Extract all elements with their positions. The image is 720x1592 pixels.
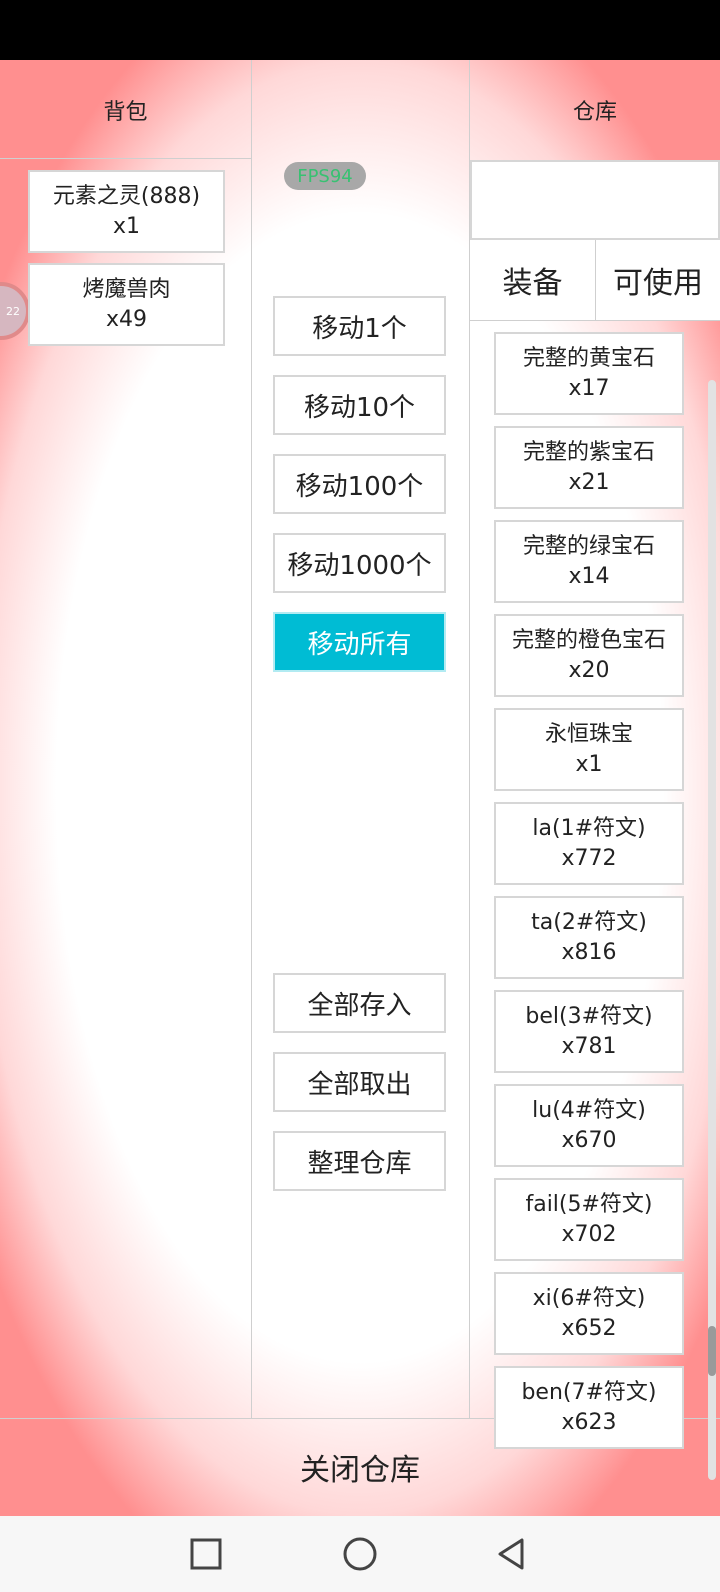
warehouse-item-list[interactable]: 完整的黄宝石 x17 完整的紫宝石 x21 完整的绿宝石 x14 完整的橙色宝石… bbox=[470, 320, 706, 1476]
item-count: x772 bbox=[561, 845, 617, 871]
floating-avatar[interactable]: 22 bbox=[0, 282, 30, 340]
back-triangle-icon[interactable] bbox=[494, 1536, 530, 1572]
item-name: ta(2#符文) bbox=[531, 909, 647, 935]
warehouse-scrollbar[interactable] bbox=[708, 380, 716, 1480]
move-100-button[interactable]: 移动100个 bbox=[273, 454, 446, 514]
item-name: lu(4#符文) bbox=[532, 1097, 646, 1123]
recents-square-icon[interactable] bbox=[188, 1536, 224, 1572]
warehouse-item[interactable]: fail(5#符文) x702 bbox=[494, 1178, 684, 1261]
move-1-button[interactable]: 移动1个 bbox=[273, 296, 446, 356]
warehouse-screen: 背包 仓库 FPS94 22 元素之灵(888) x1 烤魔兽肉 x49 移动1… bbox=[0, 60, 720, 1516]
warehouse-item[interactable]: lu(4#符文) x670 bbox=[494, 1084, 684, 1167]
backpack-item[interactable]: 元素之灵(888) x1 bbox=[28, 170, 225, 253]
withdraw-all-button[interactable]: 全部取出 bbox=[273, 1052, 446, 1112]
item-name: 烤魔兽肉 bbox=[82, 276, 171, 302]
warehouse-item[interactable]: 完整的橙色宝石 x20 bbox=[494, 614, 684, 697]
item-count: x781 bbox=[561, 1033, 617, 1059]
item-name: 完整的黄宝石 bbox=[522, 345, 655, 371]
status-bar bbox=[0, 0, 720, 60]
item-count: x702 bbox=[561, 1221, 617, 1247]
deposit-all-button[interactable]: 全部存入 bbox=[273, 973, 446, 1033]
warehouse-item[interactable]: bel(3#符文) x781 bbox=[494, 990, 684, 1073]
item-name: 永恒珠宝 bbox=[544, 721, 633, 747]
sort-warehouse-button[interactable]: 整理仓库 bbox=[273, 1131, 446, 1191]
item-name: bel(3#符文) bbox=[525, 1003, 653, 1029]
backpack-item[interactable]: 烤魔兽肉 x49 bbox=[28, 263, 225, 346]
tab-usable[interactable]: 可使用 bbox=[596, 240, 720, 320]
item-count: x816 bbox=[561, 939, 617, 965]
item-count: x21 bbox=[568, 469, 610, 495]
home-circle-icon[interactable] bbox=[342, 1536, 378, 1572]
item-count: x20 bbox=[568, 657, 610, 683]
item-count: x652 bbox=[561, 1315, 617, 1341]
warehouse-item[interactable]: 完整的黄宝石 x17 bbox=[494, 332, 684, 415]
item-name: 完整的绿宝石 bbox=[522, 533, 655, 559]
fps-badge: FPS94 bbox=[284, 162, 366, 190]
move-1000-button[interactable]: 移动1000个 bbox=[273, 533, 446, 593]
system-navigation-bar bbox=[0, 1516, 720, 1592]
warehouse-scroll-thumb[interactable] bbox=[708, 1326, 716, 1376]
close-warehouse-button[interactable]: 关闭仓库 bbox=[0, 1418, 720, 1516]
warehouse-search-input[interactable] bbox=[470, 160, 720, 240]
move-all-button[interactable]: 移动所有 bbox=[273, 612, 446, 672]
item-name: la(1#符文) bbox=[532, 815, 646, 841]
backpack-title: 背包 bbox=[103, 100, 148, 125]
item-name: 完整的紫宝石 bbox=[522, 439, 655, 465]
avatar-badge: 22 bbox=[6, 304, 20, 318]
warehouse-item[interactable]: ta(2#符文) x816 bbox=[494, 896, 684, 979]
warehouse-item[interactable]: 完整的绿宝石 x14 bbox=[494, 520, 684, 603]
item-name: ben(7#符文) bbox=[521, 1379, 657, 1405]
item-name: 元素之灵(888) bbox=[52, 183, 201, 209]
warehouse-item[interactable]: 完整的紫宝石 x21 bbox=[494, 426, 684, 509]
warehouse-item[interactable]: la(1#符文) x772 bbox=[494, 802, 684, 885]
move-10-button[interactable]: 移动10个 bbox=[273, 375, 446, 435]
backpack-header-divider bbox=[0, 158, 251, 159]
warehouse-item[interactable]: 永恒珠宝 x1 bbox=[494, 708, 684, 791]
item-name: xi(6#符文) bbox=[532, 1285, 646, 1311]
tab-equipment[interactable]: 装备 bbox=[470, 240, 596, 320]
warehouse-title: 仓库 bbox=[572, 100, 617, 125]
item-count: x17 bbox=[568, 375, 610, 401]
warehouse-item[interactable]: xi(6#符文) x652 bbox=[494, 1272, 684, 1355]
item-count: x14 bbox=[568, 563, 610, 589]
item-name: 完整的橙色宝石 bbox=[511, 627, 666, 653]
item-count: x1 bbox=[112, 213, 141, 239]
item-count: x670 bbox=[561, 1127, 617, 1153]
item-count: x49 bbox=[105, 306, 147, 332]
column-divider-left bbox=[251, 60, 252, 1418]
item-count: x1 bbox=[575, 751, 603, 777]
item-name: fail(5#符文) bbox=[525, 1191, 653, 1217]
